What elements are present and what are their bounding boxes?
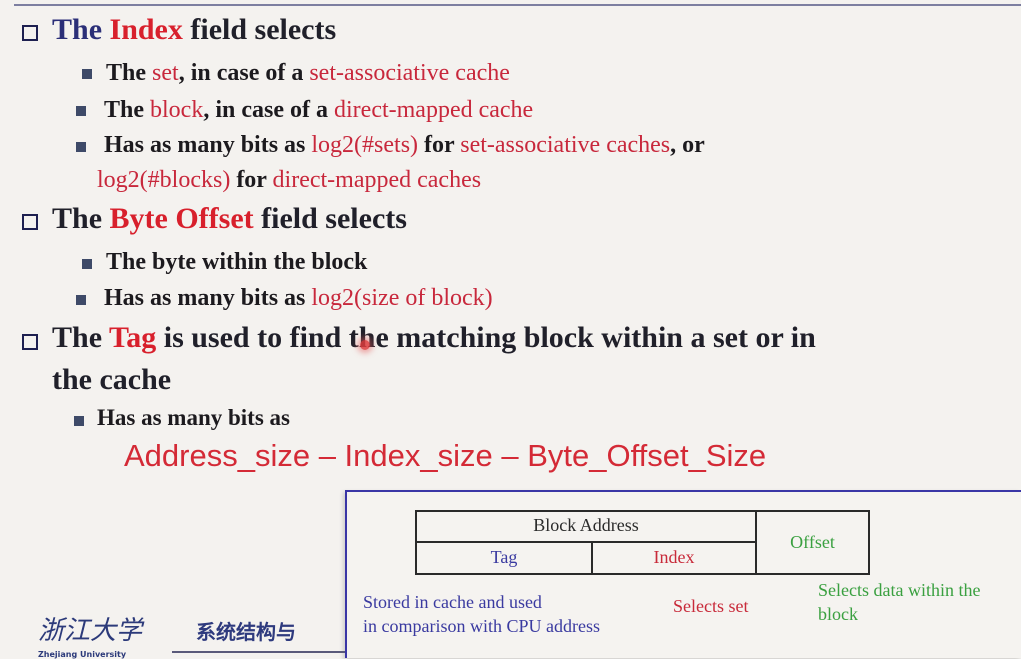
heading-text: is used to find the matching block withi…: [156, 321, 816, 354]
course-title: 系统结构与: [196, 620, 296, 644]
text: , in case of a: [178, 60, 310, 86]
bullet-item: The set, in case of a set-associative ca…: [106, 60, 510, 87]
text: Has as many bits as: [104, 285, 312, 311]
tag-note-line: in comparison with CPU address: [363, 616, 600, 636]
text: , in case of a: [203, 97, 334, 123]
heading-tag: The Tag is used to find the matching blo…: [52, 321, 816, 355]
text: The: [106, 60, 153, 86]
filled-bullet-icon: [76, 106, 86, 116]
text: for: [230, 167, 273, 193]
keyword-tag: Tag: [108, 321, 157, 354]
offset-note: Selects data within the block: [818, 578, 980, 626]
text: Has as many bits as: [104, 132, 312, 158]
keyword: log2(size of block): [311, 285, 493, 311]
text: , or: [670, 132, 705, 158]
keyword: set-associative caches: [460, 132, 671, 158]
keyword: direct-mapped cache: [334, 97, 534, 123]
footer-rule: [172, 651, 345, 653]
bullet-item: The byte within the block: [106, 249, 368, 275]
index-field-label: Index: [653, 547, 695, 567]
keyword: set: [152, 60, 179, 86]
filled-bullet-icon: [74, 416, 84, 426]
heading-byte-offset: The Byte Offset field selects: [52, 202, 407, 236]
bullet-item: The block, in case of a direct-mapped ca…: [104, 97, 533, 124]
keyword: log2(#blocks): [97, 167, 231, 193]
offset-note-line: block: [818, 604, 858, 624]
top-rule: [14, 4, 1021, 6]
filled-bullet-icon: [76, 142, 86, 152]
keyword-byte-offset: Byte Offset: [109, 202, 254, 235]
heading-text: field selects: [253, 202, 407, 235]
text: The: [104, 97, 151, 123]
table-divider: [415, 541, 756, 543]
square-bullet-icon: [22, 334, 38, 350]
square-bullet-icon: [22, 214, 38, 230]
heading-text: The: [52, 321, 109, 354]
tag-field-label: Tag: [490, 547, 518, 567]
keyword: block: [150, 97, 204, 123]
filled-bullet-icon: [82, 69, 92, 79]
index-note: Selects set: [673, 596, 749, 616]
tag-size-formula: Address_size – Index_size – Byte_Offset_…: [124, 438, 767, 473]
heading-text: The: [52, 202, 110, 235]
text: for: [418, 132, 461, 158]
bullet-item: Has as many bits as: [97, 405, 290, 430]
heading-index: The Index field selects: [52, 13, 336, 47]
tag-note-line: Stored in cache and used: [363, 592, 542, 612]
keyword: set-associative cache: [309, 60, 510, 86]
filled-bullet-icon: [76, 295, 86, 305]
bullet-item-continuation: log2(#blocks) for direct-mapped caches: [97, 167, 481, 194]
filled-bullet-icon: [82, 259, 92, 269]
university-logo: 浙江大学: [38, 616, 143, 646]
pointer-cursor-icon: [360, 340, 370, 350]
address-diagram-panel: Block Address Tag Index Offset Stored in…: [345, 490, 1021, 658]
offset-note-line: Selects data within the: [818, 580, 981, 600]
bullet-item: Has as many bits as log2(size of block): [104, 285, 493, 312]
heading-text: field selects: [182, 13, 337, 46]
heading-tag-continuation: the cache: [52, 363, 172, 396]
offset-field-label: Offset: [790, 532, 835, 552]
block-address-label: Block Address: [533, 515, 639, 535]
tag-note: Stored in cache and used in comparison w…: [363, 590, 600, 638]
heading-text: The: [52, 13, 110, 46]
keyword: direct-mapped caches: [272, 167, 482, 193]
bullet-item: Has as many bits as log2(#sets) for set-…: [104, 132, 705, 159]
keyword: log2(#sets): [311, 132, 419, 158]
square-bullet-icon: [22, 25, 38, 41]
keyword-index: Index: [109, 13, 183, 46]
